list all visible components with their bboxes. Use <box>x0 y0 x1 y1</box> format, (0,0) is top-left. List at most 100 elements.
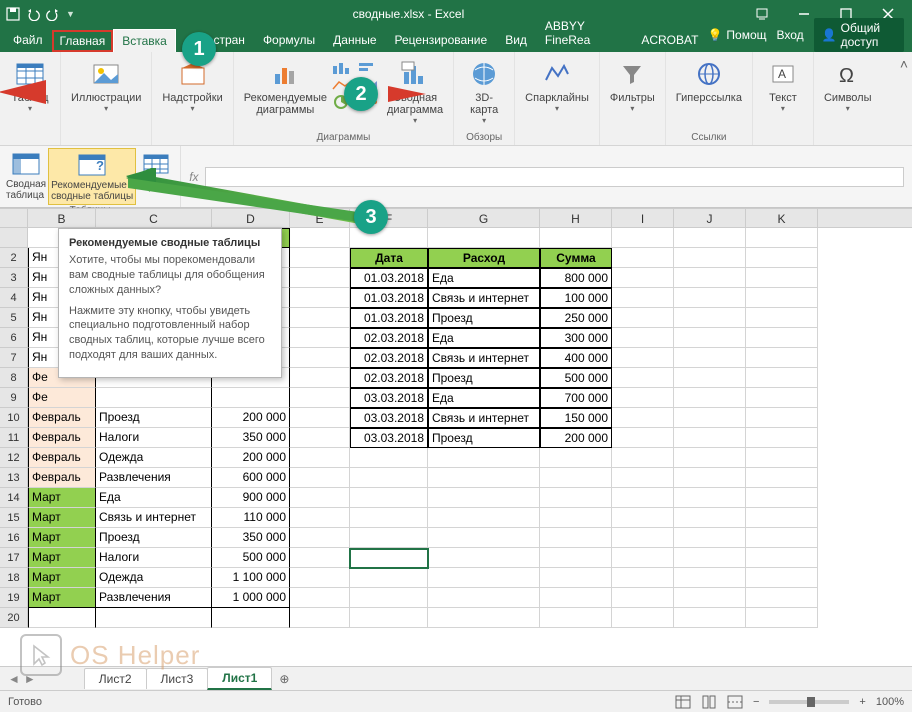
row-header[interactable]: 16 <box>0 528 27 548</box>
cell[interactable] <box>290 608 350 628</box>
cell[interactable] <box>746 608 818 628</box>
col-j[interactable]: J <box>674 209 746 227</box>
cell[interactable] <box>290 368 350 388</box>
col-c[interactable]: C <box>96 209 212 227</box>
row-header[interactable]: 9 <box>0 388 27 408</box>
col-k[interactable]: K <box>746 209 818 227</box>
cell[interactable] <box>428 568 540 588</box>
cell[interactable] <box>212 388 290 408</box>
filters-button[interactable]: Фильтры▾ <box>606 56 659 115</box>
col-g[interactable]: G <box>428 209 540 227</box>
cell[interactable] <box>540 508 612 528</box>
cell[interactable] <box>290 268 350 288</box>
cell[interactable] <box>746 468 818 488</box>
cell[interactable] <box>674 588 746 608</box>
tab-insert[interactable]: Вставка <box>113 29 176 52</box>
cell[interactable] <box>350 548 428 568</box>
cell[interactable]: Расход <box>428 248 540 268</box>
cell[interactable] <box>612 288 674 308</box>
cell[interactable]: Сумма <box>540 248 612 268</box>
cell[interactable] <box>350 508 428 528</box>
cell[interactable]: Проезд <box>428 428 540 448</box>
cell[interactable] <box>540 548 612 568</box>
cell[interactable] <box>290 288 350 308</box>
cell[interactable] <box>290 388 350 408</box>
tab-acrobat[interactable]: ACROBAT <box>632 28 707 52</box>
cell[interactable]: 1 100 000 <box>212 568 290 588</box>
cell[interactable]: Март <box>28 548 96 568</box>
cell[interactable] <box>746 388 818 408</box>
undo-icon[interactable] <box>26 7 40 21</box>
cell[interactable] <box>674 328 746 348</box>
sheet-nav-prev-icon[interactable]: ◄ <box>8 672 20 686</box>
pivot-table-button[interactable]: Сводная таблица <box>4 148 48 205</box>
cell[interactable]: 350 000 <box>212 428 290 448</box>
cell[interactable]: 200 000 <box>212 408 290 428</box>
tables-button[interactable]: Таблиц▾ <box>6 56 54 115</box>
cell[interactable] <box>290 328 350 348</box>
cell[interactable] <box>350 468 428 488</box>
cell[interactable] <box>540 528 612 548</box>
cell[interactable] <box>612 548 674 568</box>
row-header[interactable] <box>0 228 27 248</box>
cell[interactable]: 02.03.2018 <box>350 328 428 348</box>
cell[interactable]: Март <box>28 528 96 548</box>
cell[interactable] <box>746 508 818 528</box>
cell[interactable]: Дата <box>350 248 428 268</box>
cell[interactable]: 100 000 <box>540 288 612 308</box>
view-break-icon[interactable] <box>727 695 743 709</box>
zoom-in-icon[interactable]: + <box>859 696 865 708</box>
cell[interactable] <box>612 328 674 348</box>
symbols-button[interactable]: Ω Символы▾ <box>820 56 876 115</box>
cell[interactable] <box>746 568 818 588</box>
cell[interactable] <box>428 468 540 488</box>
cell[interactable]: 900 000 <box>212 488 290 508</box>
cell[interactable] <box>540 588 612 608</box>
cell[interactable]: 110 000 <box>212 508 290 528</box>
cell[interactable] <box>540 228 612 248</box>
cell[interactable] <box>96 388 212 408</box>
cell[interactable] <box>746 528 818 548</box>
cell[interactable] <box>612 428 674 448</box>
cell[interactable] <box>212 608 290 628</box>
cell[interactable] <box>674 428 746 448</box>
cell[interactable]: Еда <box>428 328 540 348</box>
cell[interactable]: 150 000 <box>540 408 612 428</box>
col-b[interactable]: B <box>28 209 96 227</box>
cell[interactable] <box>290 408 350 428</box>
row-header[interactable]: 8 <box>0 368 27 388</box>
cell[interactable] <box>746 408 818 428</box>
cell[interactable]: Связь и интернет <box>96 508 212 528</box>
tab-formulas[interactable]: Формулы <box>254 28 324 52</box>
cell[interactable] <box>674 228 746 248</box>
text-button[interactable]: A Текст▾ <box>759 56 807 115</box>
cell[interactable] <box>350 528 428 548</box>
cell[interactable] <box>746 548 818 568</box>
cell[interactable]: 250 000 <box>540 308 612 328</box>
cell[interactable] <box>350 608 428 628</box>
cell[interactable] <box>612 348 674 368</box>
cell[interactable] <box>290 308 350 328</box>
cell[interactable] <box>674 528 746 548</box>
cell[interactable] <box>290 528 350 548</box>
cell[interactable]: Проезд <box>96 528 212 548</box>
cell[interactable] <box>612 268 674 288</box>
qat-dropdown-icon[interactable]: ▼ <box>66 9 75 19</box>
row-header[interactable]: 13 <box>0 468 27 488</box>
cell[interactable]: Связь и интернет <box>428 348 540 368</box>
cell[interactable] <box>428 508 540 528</box>
cell[interactable] <box>290 468 350 488</box>
tab-review[interactable]: Рецензирование <box>386 28 497 52</box>
cell[interactable]: Март <box>28 508 96 528</box>
cell[interactable] <box>290 548 350 568</box>
cell[interactable] <box>290 488 350 508</box>
tab-abbyy[interactable]: ABBYY FineRea <box>536 14 632 52</box>
cell[interactable] <box>674 468 746 488</box>
cell[interactable] <box>428 548 540 568</box>
rec-pivot-button[interactable]: ? Рекомендуемые сводные таблицы <box>48 148 136 205</box>
cell[interactable]: Связь и интернет <box>428 408 540 428</box>
select-all-corner[interactable] <box>0 209 28 227</box>
cell[interactable]: Налоги <box>96 548 212 568</box>
cell[interactable] <box>350 588 428 608</box>
cell[interactable]: Февраль <box>28 428 96 448</box>
